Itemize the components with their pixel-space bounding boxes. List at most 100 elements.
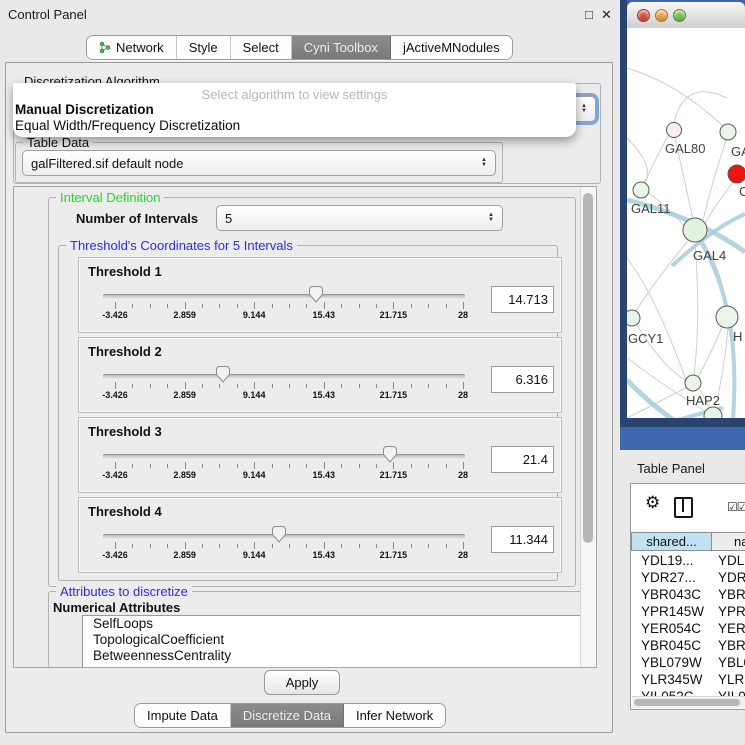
table-row[interactable]: YBR043CYBR0 <box>631 586 745 603</box>
tab-label: jActiveMNodules <box>403 40 500 55</box>
network-edge[interactable] <box>698 327 722 377</box>
slider-ticks <box>79 302 561 310</box>
slider-track[interactable] <box>103 454 465 458</box>
table-row[interactable]: YIL052CYIL0 <box>631 688 745 696</box>
tick-label: 15.43 <box>313 470 336 480</box>
slider-thumb[interactable] <box>308 285 324 303</box>
table-row[interactable]: YDR27...YDR2 <box>631 569 745 586</box>
tab-impute-data[interactable]: Impute Data <box>135 704 231 727</box>
tick-label: -3.426 <box>102 470 128 480</box>
tab-select[interactable]: Select <box>231 36 292 59</box>
float-window-icon[interactable]: □ <box>585 7 593 22</box>
settings-scrollbar[interactable] <box>580 187 596 667</box>
slider-track[interactable] <box>103 294 465 298</box>
dropdown-hint: Select algorithm to view settings <box>13 87 576 102</box>
tab-network[interactable]: Network <box>87 36 177 59</box>
cell-name: YIL0 <box>718 688 745 696</box>
table-row[interactable]: YLR345WYLR3 <box>631 671 745 688</box>
close-traffic-light[interactable] <box>637 9 650 22</box>
cell-name: YBR0 <box>718 637 745 654</box>
cell-shared-name: YLR345W <box>631 671 718 688</box>
slider-thumb[interactable] <box>382 445 398 463</box>
network-node[interactable] <box>720 124 736 140</box>
tab-label: Discretize Data <box>243 708 331 723</box>
threshold-value-field[interactable]: 14.713 <box>491 286 554 313</box>
dropdown-item-equal-width-frequency[interactable]: Equal Width/Frequency Discretization <box>15 118 240 133</box>
minimize-traffic-light[interactable] <box>655 9 668 22</box>
network-node[interactable] <box>716 306 738 328</box>
tab-style[interactable]: Style <box>177 36 231 59</box>
table-data-combo-value: galFiltered.sif default node <box>31 156 183 171</box>
table-data-combo[interactable]: galFiltered.sif default node ▲▼ <box>22 150 496 176</box>
tab-discretize-data[interactable]: Discretize Data <box>231 704 344 727</box>
cell-name: YER0 <box>718 620 745 637</box>
select-columns-checkboxes-icon[interactable]: ☑☑ <box>727 500 745 514</box>
attribute-item[interactable]: SelfLoops <box>83 616 597 632</box>
table-row[interactable]: YPR145WYPR1 <box>631 603 745 620</box>
table-row[interactable]: YER054CYER0 <box>631 620 745 637</box>
attribute-item[interactable]: BetweennessCentrality <box>83 648 597 664</box>
network-icon <box>99 41 111 54</box>
number-of-intervals-combo[interactable]: 5 ▲▼ <box>216 205 503 231</box>
combo-stepper-icon: ▲▼ <box>475 158 487 168</box>
tick-label: -3.426 <box>102 390 128 400</box>
threshold-label: Threshold 2 <box>88 344 162 359</box>
cell-shared-name: YDL19... <box>631 552 718 569</box>
cell-name: YDR2 <box>718 569 745 586</box>
tab-label: Infer Network <box>356 708 433 723</box>
network-edge[interactable] <box>705 182 733 223</box>
threshold-value-field[interactable]: 11.344 <box>491 526 554 553</box>
algorithm-dropdown: Select algorithm to view settings Manual… <box>13 83 576 137</box>
cell-shared-name: YIL052C <box>631 688 718 696</box>
table-horizontal-scrollbar[interactable] <box>632 696 745 708</box>
close-icon[interactable]: ✕ <box>601 7 612 23</box>
tab-label: Style <box>189 40 218 55</box>
tick-label: 28 <box>458 550 468 560</box>
network-HAP2-node[interactable] <box>685 375 701 391</box>
tick-label: 21.715 <box>380 310 408 320</box>
tick-label: 2.859 <box>173 470 196 480</box>
attributes-group-title: Attributes to discretize <box>56 584 192 599</box>
tick-label: 21.715 <box>380 390 408 400</box>
network-edge-highlighted[interactable] <box>701 242 734 418</box>
slider-thumb[interactable] <box>215 365 231 383</box>
table-row[interactable]: YDL19...YDL1 <box>631 552 745 569</box>
node-label: GAL4 <box>693 248 726 263</box>
tab-infer-network[interactable]: Infer Network <box>344 704 445 727</box>
tick-label: -3.426 <box>102 310 128 320</box>
threshold-value-field[interactable]: 21.4 <box>491 446 554 473</box>
network-canvas[interactable]: GAL80GACGAL11GAL4GCY1HHAP2 <box>627 28 745 418</box>
column-header-shared[interactable]: shared... <box>631 532 712 551</box>
tick-label: 15.43 <box>313 390 336 400</box>
network-GAL80-node[interactable] <box>667 123 682 138</box>
table-row[interactable]: YBL079WYBL0 <box>631 654 745 671</box>
node-label: GCY1 <box>628 331 663 346</box>
column-header-name[interactable]: na <box>711 532 745 551</box>
tick-label: 2.859 <box>173 550 196 560</box>
network-GAL4-node[interactable] <box>683 218 707 242</box>
table-row[interactable]: YBR045CYBR0 <box>631 637 745 654</box>
zoom-traffic-light[interactable] <box>673 9 686 22</box>
table-data-title: Table Data <box>23 135 93 150</box>
tick-label: 21.715 <box>380 550 408 560</box>
cell-shared-name: YPR145W <box>631 603 718 620</box>
tab-cyni-toolbox[interactable]: Cyni Toolbox <box>292 36 391 59</box>
slider-track[interactable] <box>103 374 465 378</box>
network-edge[interactable] <box>636 241 688 311</box>
gear-icon[interactable]: ⚙ <box>645 493 660 513</box>
threshold-value-field[interactable]: 6.316 <box>491 366 554 393</box>
network-window-frame-edge <box>620 0 627 427</box>
network-GCY1-node[interactable] <box>627 310 640 326</box>
split-columns-icon[interactable] <box>674 497 693 518</box>
attribute-item[interactable]: TopologicalCoefficient <box>83 632 597 648</box>
network-red-node[interactable] <box>728 165 745 183</box>
apply-button[interactable]: Apply <box>264 670 340 695</box>
dropdown-item-manual-discretization[interactable]: Manual Discretization <box>15 102 154 117</box>
network-edge[interactable] <box>627 138 647 184</box>
network-GAL11-node[interactable] <box>633 182 649 198</box>
network-window-titlebar[interactable] <box>627 2 745 29</box>
settings-scroll-viewport: Interval Definition Number of Intervals … <box>13 186 597 668</box>
slider-thumb[interactable] <box>271 525 287 543</box>
tab-jactivemnodules[interactable]: jActiveMNodules <box>391 36 512 59</box>
tick-label: 9.144 <box>243 550 266 560</box>
